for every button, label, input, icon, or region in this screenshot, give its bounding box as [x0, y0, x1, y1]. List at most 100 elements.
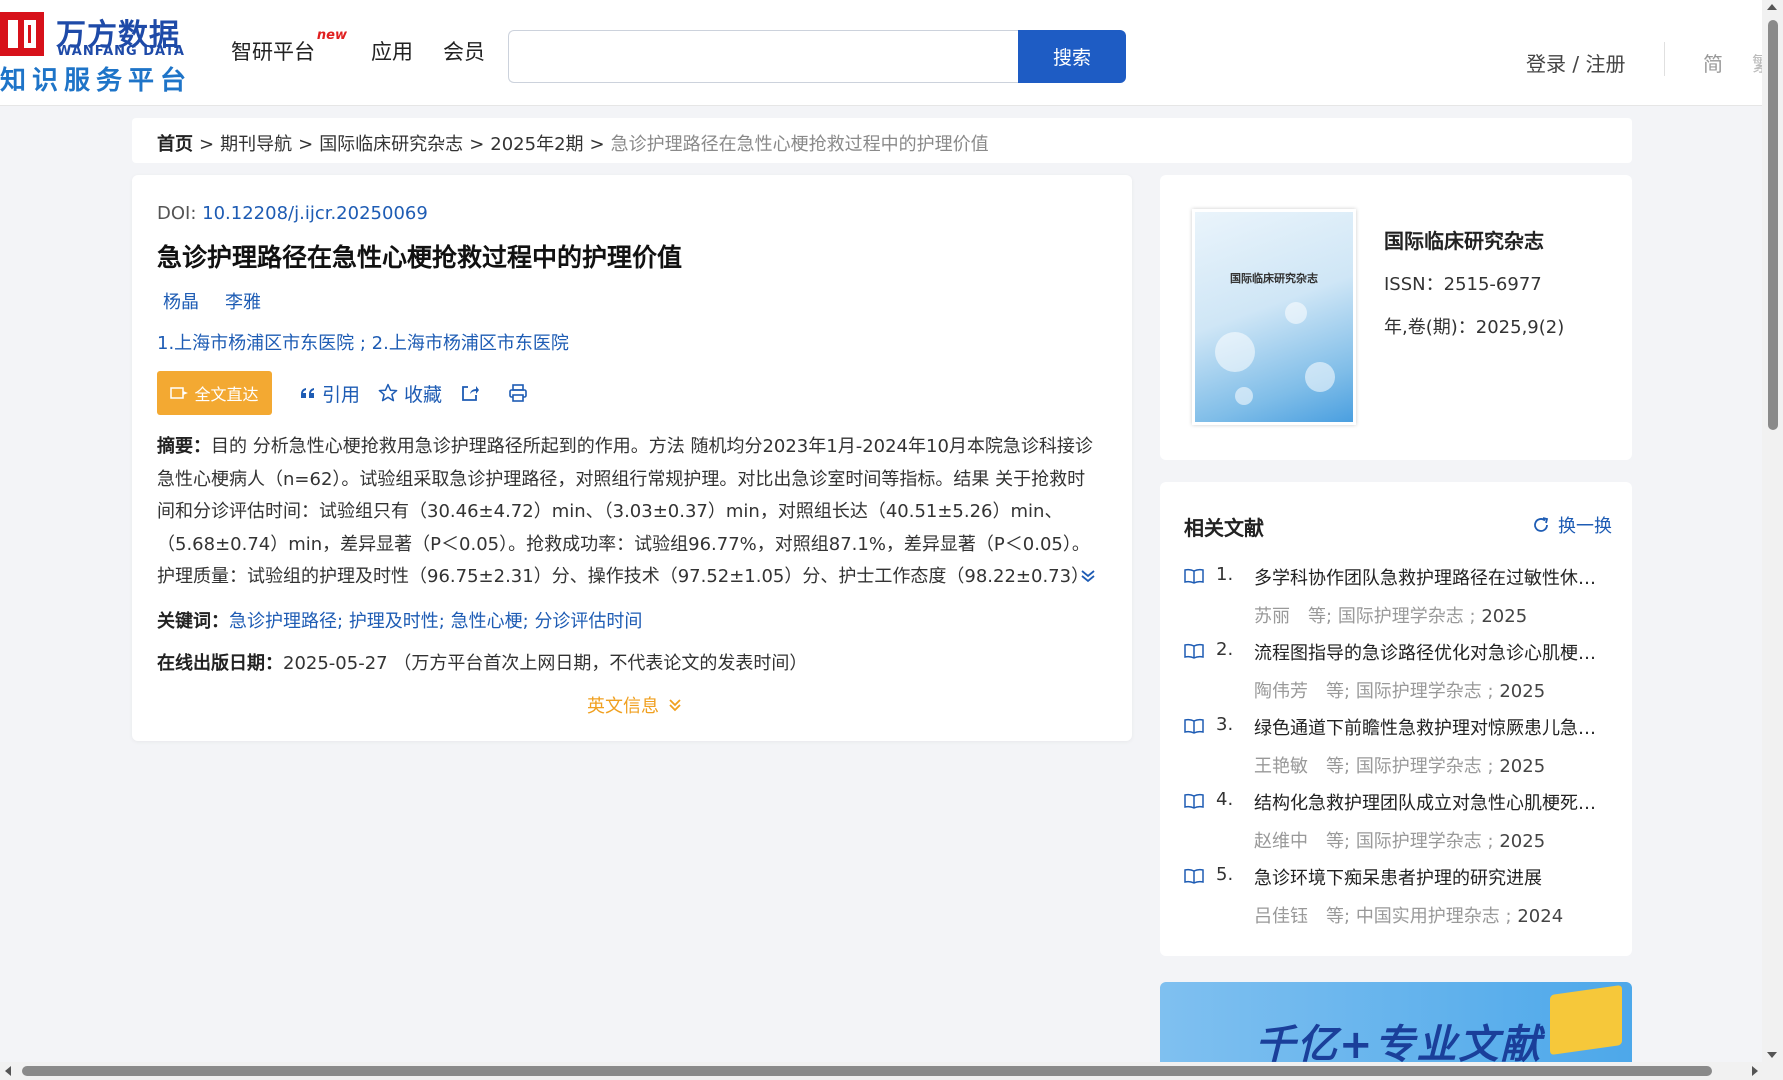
related-year: 2025 — [1481, 606, 1528, 627]
related-author[interactable]: 赵维中 等; — [1254, 831, 1350, 852]
keyword-link[interactable]: 急诊护理路径; — [229, 611, 343, 632]
cover-decoration — [1215, 332, 1255, 372]
quote-icon — [301, 388, 314, 398]
top-header: 万方数据 WANFANG DATA 知识服务平台 智研平台 new 应用 会员 … — [0, 0, 1762, 106]
related-year: 2025 — [1499, 681, 1546, 702]
nav-item-zhiyan[interactable]: 智研平台 new — [231, 28, 347, 66]
main-nav: 智研平台 new 应用 会员 — [231, 28, 485, 66]
related-meta: 吕佳钰 等; 中国实用护理杂志 ; 2024 — [1254, 902, 1563, 928]
fulltext-label: 全文直达 — [194, 385, 259, 404]
cover-decoration — [1305, 362, 1335, 392]
search-input[interactable] — [508, 30, 1018, 83]
fulltext-button[interactable]: 全文直达 — [157, 371, 272, 415]
breadcrumb-issue[interactable]: 2025年2期 — [490, 134, 583, 155]
lang-simplified[interactable]: 简 — [1703, 48, 1723, 77]
related-meta: 苏丽 等; 国际护理学杂志 ; 2025 — [1254, 602, 1527, 628]
new-badge: new — [316, 28, 347, 43]
scroll-right-icon[interactable] — [1752, 1066, 1758, 1076]
doi-link[interactable]: 10.12208/j.ijcr.20250069 — [202, 203, 428, 224]
english-info-toggle[interactable]: 英文信息 — [587, 692, 683, 718]
lang-traditional[interactable]: 繁 — [1752, 48, 1762, 77]
expand-abstract-icon[interactable] — [1080, 568, 1096, 587]
related-author[interactable]: 王艳敏 等; — [1254, 756, 1350, 777]
horizontal-scrollbar[interactable] — [0, 1062, 1783, 1080]
related-journal[interactable]: 国际护理学杂志 ; — [1338, 606, 1476, 627]
author-link[interactable]: 李雅 — [225, 288, 261, 314]
related-title-link[interactable]: 流程图指导的急诊路径优化对急诊心肌梗死... — [1254, 639, 1606, 665]
related-number: 4. — [1216, 789, 1234, 810]
breadcrumb-sep: > — [298, 134, 314, 155]
related-title-link[interactable]: 急诊环境下痴呆患者护理的研究进展 — [1254, 864, 1606, 890]
keyword-link[interactable]: 分诊评估时间 — [534, 611, 642, 632]
related-author[interactable]: 苏丽 等; — [1254, 606, 1332, 627]
header-divider — [1664, 42, 1665, 76]
online-date-label: 在线出版日期： — [157, 653, 283, 674]
breadcrumb-home[interactable]: 首页 — [157, 134, 193, 155]
related-number: 3. — [1216, 714, 1234, 735]
print-icon — [509, 384, 527, 402]
scroll-thumb[interactable] — [22, 1066, 1712, 1076]
favorite-button[interactable]: 收藏 — [378, 380, 442, 407]
related-journal[interactable]: 国际护理学杂志 ; — [1356, 831, 1494, 852]
keyword-link[interactable]: 护理及时性; — [349, 611, 445, 632]
scroll-thumb[interactable] — [1768, 20, 1778, 430]
nav-item-member[interactable]: 会员 — [443, 36, 485, 66]
related-literature: 相关文献 换一换 1. 多学科协作团队急救护理路径在过敏性休克... 苏丽 等; 国… — [1160, 482, 1632, 956]
article-toolbar: 全文直达 引用 收藏 — [157, 371, 528, 415]
related-journal[interactable]: 国际护理学杂志 ; — [1356, 756, 1494, 777]
print-button[interactable] — [508, 383, 528, 403]
related-title-link[interactable]: 绿色通道下前瞻性急救护理对惊厥患儿急救... — [1254, 714, 1606, 740]
scroll-left-icon[interactable] — [5, 1066, 11, 1076]
english-info-label: 英文信息 — [587, 696, 659, 717]
article-title: 急诊护理路径在急性心梗抢救过程中的护理价值 — [157, 243, 683, 272]
cite-button[interactable]: 引用 — [300, 380, 360, 407]
keyword-link[interactable]: 急性心梗; — [451, 611, 529, 632]
nav-item-label: 会员 — [443, 40, 485, 64]
nav-item-label: 智研平台 — [231, 40, 315, 64]
breadcrumb: 首页 > 期刊导航 > 国际临床研究杂志 >2025年2期 > 急诊护理路径在急性心梗抢救过程… — [132, 118, 1632, 163]
related-journal[interactable]: 国际护理学杂志 ; — [1356, 681, 1494, 702]
doi-label: DOI: — [157, 203, 197, 224]
article-card: DOI: 10.12208/j.ijcr.20250069 急诊护理路径在急性心… — [132, 175, 1132, 741]
logo-en-text: WANFANG DATA — [57, 44, 185, 59]
keywords: 关键词：急诊护理路径; 护理及时性; 急性心梗; 分诊评估时间 — [157, 607, 642, 633]
nav-item-label: 应用 — [371, 40, 413, 64]
book-open-icon — [1184, 568, 1204, 584]
related-item: 3. 绿色通道下前瞻性急救护理对惊厥患儿急救... 王艳敏 等; 国际护理学杂志 ;… — [1184, 710, 1614, 785]
author-link[interactable]: 杨晶 — [163, 288, 199, 314]
related-journal[interactable]: 中国实用护理杂志 ; — [1356, 906, 1512, 927]
breadcrumb-sep: > — [469, 134, 485, 155]
cover-decoration — [1235, 387, 1253, 405]
related-title-link[interactable]: 结构化急救护理团队成立对急性心肌梗死患... — [1254, 789, 1606, 815]
scroll-up-icon[interactable] — [1767, 4, 1777, 10]
nav-item-apps[interactable]: 应用 — [371, 36, 413, 66]
related-author[interactable]: 陶伟芳 等; — [1254, 681, 1350, 702]
search-button[interactable]: 搜索 — [1018, 30, 1126, 83]
journal-card: 国际临床研究杂志 国际临床研究杂志 ISSN：2515-6977 年,卷(期)：… — [1160, 175, 1632, 460]
related-meta: 王艳敏 等; 国际护理学杂志 ; 2025 — [1254, 752, 1545, 778]
book-icon — [1550, 984, 1622, 1056]
promo-banner[interactable]: 千亿+专业文献 — [1160, 982, 1632, 1066]
login-register-link[interactable]: 登录 / 注册 — [1526, 48, 1625, 77]
chevron-double-down-icon — [669, 699, 681, 712]
breadcrumb-journal-nav[interactable]: 期刊导航 — [220, 134, 292, 155]
journal-cover[interactable]: 国际临床研究杂志 — [1192, 209, 1356, 425]
related-title-link[interactable]: 多学科协作团队急救护理路径在过敏性休克... — [1254, 564, 1606, 590]
share-button[interactable] — [460, 383, 480, 403]
affiliations[interactable]: 1.上海市杨浦区市东医院 ; 2.上海市杨浦区市东医院 — [157, 329, 569, 355]
wanfang-logo[interactable]: 万方数据 WANFANG DATA 知识服务平台 — [0, 10, 193, 96]
abstract-label: 摘要： — [157, 436, 211, 457]
related-list: 1. 多学科协作团队急救护理路径在过敏性休克... 苏丽 等; 国际护理学杂志 ; … — [1184, 560, 1614, 935]
journal-name[interactable]: 国际临床研究杂志 — [1384, 225, 1544, 254]
author-list: 杨晶 李雅 — [163, 288, 261, 314]
breadcrumb-journal[interactable]: 国际临床研究杂志 — [319, 134, 463, 155]
refresh-button[interactable]: 换一换 — [1532, 512, 1612, 538]
related-title: 相关文献 — [1184, 516, 1264, 540]
logo-sub-text: 知识服务平台 — [0, 66, 193, 96]
vertical-scrollbar[interactable] — [1762, 0, 1783, 1062]
favorite-label: 收藏 — [404, 383, 443, 406]
scroll-down-icon[interactable] — [1767, 1052, 1777, 1058]
related-author[interactable]: 吕佳钰 等; — [1254, 906, 1350, 927]
journal-issn: ISSN：2515-6977 — [1384, 274, 1542, 295]
share-icon — [462, 386, 480, 401]
